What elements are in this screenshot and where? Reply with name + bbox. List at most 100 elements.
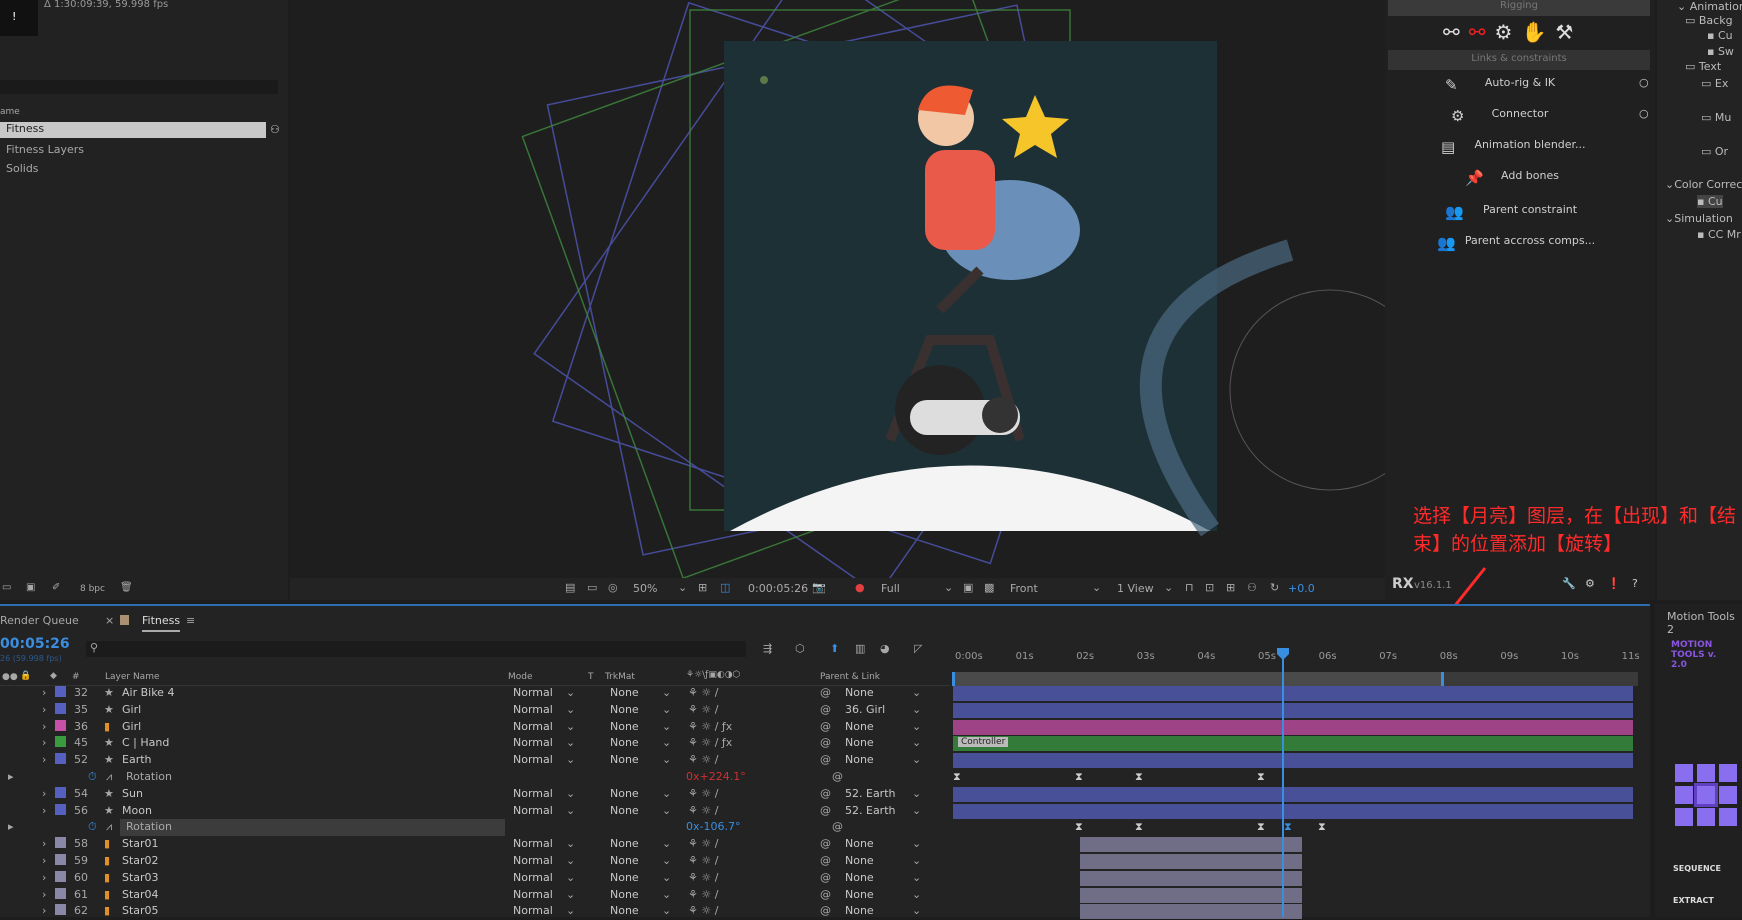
pickwhip-icon[interactable]: @ [820,720,831,733]
parent-select[interactable]: None [845,720,874,733]
tools-icon[interactable]: ⚒ [1555,20,1582,44]
chevron-down-icon[interactable]: ⌄ [566,736,575,749]
chevron-right-icon[interactable]: › [42,804,46,817]
hand-icon[interactable]: ✋ [1521,20,1555,44]
keyframe[interactable]: ⧗ [1075,770,1083,784]
project-item-fitness[interactable]: Fitness [0,122,266,138]
graph-editor-icon[interactable]: ◸ [914,642,922,655]
keyframe[interactable]: ⧗ [953,770,961,784]
property-value[interactable]: 0x-106.7° [686,820,740,833]
motion-blur-icon[interactable]: ◕ [880,642,890,655]
chevron-down-icon[interactable]: ⌄ [912,871,921,884]
mode-select[interactable]: Normal [513,888,553,901]
mode-select[interactable]: Normal [513,804,553,817]
chevron-down-icon[interactable]: ⌄ [566,703,575,716]
chevron-down-icon[interactable]: ⌄ [912,888,921,901]
mode-select[interactable]: Normal [513,736,553,749]
label-color[interactable] [55,702,66,714]
layer-duration-bar[interactable] [1080,870,1302,886]
connector-button[interactable]: ⚙ Connector ○ [1387,107,1653,135]
chevron-down-icon[interactable]: ⌄ [912,854,921,867]
chevron-down-icon[interactable]: ⌄ [678,581,687,594]
view-layout-select[interactable]: 1 View [1117,582,1154,595]
chevron-down-icon[interactable]: ⌄ [662,904,671,917]
pickwhip-icon[interactable]: @ [832,770,843,783]
close-icon[interactable]: × [105,614,114,627]
3d-icon[interactable]: ⊞ [1226,581,1235,594]
trash-icon[interactable]: 🗑 [120,582,133,593]
layer-name[interactable]: Star02 [122,854,159,867]
parent-select[interactable]: None [845,686,874,699]
keyframe[interactable]: ⧗ [1257,770,1265,784]
switches[interactable]: ⚘ ☼ / [688,753,718,766]
layer-row[interactable]: › 52 ★ Earth Normal ⌄ None ⌄ ⚘ ☼ / @ None ⌄ [0,752,1650,769]
trkmat-select[interactable]: None [610,871,639,884]
composition-viewer[interactable]: ▤ ▭ ◎ 50% ⌄ ⊞ ◫ 0:00:05:26 📷 ● Full ⌄ ▣ … [290,0,1385,600]
tree-item[interactable]: ▪ Cu [1707,29,1733,42]
mode-select[interactable]: Normal [513,753,553,766]
flowchart-icon[interactable]: ⚇ [270,123,280,136]
parent-select[interactable]: None [845,736,874,749]
chevron-down-icon[interactable]: ⌄ [662,686,671,699]
layer-name-header[interactable]: Layer Name [105,672,160,682]
pickwhip-icon[interactable]: @ [820,904,831,917]
trkmat-select[interactable]: None [610,703,639,716]
mode-select[interactable]: Normal [513,904,553,917]
layer-duration-bar[interactable] [1080,887,1302,903]
mode-select[interactable]: Normal [513,720,553,733]
parent-select[interactable]: None [845,753,874,766]
pickwhip-icon[interactable]: @ [820,753,831,766]
preview-icon[interactable]: ▤ [565,581,575,594]
switches[interactable]: ⚘ ☼ / [688,904,718,917]
chevron-down-icon[interactable]: ⌄ [912,720,921,733]
label-color[interactable] [55,786,66,798]
settings-icon[interactable]: ⚙ [1585,577,1595,590]
keyframe[interactable]: ⧗ [1257,820,1265,834]
chevron-right-icon[interactable]: › [42,686,46,699]
layer-search-input[interactable]: ⚲ [86,641,746,657]
chevron-down-icon[interactable]: ⌄ [912,753,921,766]
mode-select[interactable]: Normal [513,854,553,867]
pickwhip-icon[interactable]: @ [820,888,831,901]
switches[interactable]: ⚘ ☼ / [688,888,718,901]
label-color[interactable] [55,887,66,899]
property-row[interactable]: ▸ ⏱ ⩘ Rotation 0x-106.7° @ ⧗ ⧗ ⧗ ⧗ ⧗ [0,819,1650,837]
bit-depth[interactable]: 8 bpc [80,584,105,594]
trkmat-select[interactable]: None [610,787,639,800]
expand-icon[interactable]: ▸ [8,820,14,833]
switches[interactable]: ⚘ ☼ / [688,871,718,884]
layer-duration-bar[interactable] [953,686,1633,701]
chevron-down-icon[interactable]: ⌄ [566,888,575,901]
parent-select[interactable]: None [845,837,874,850]
layer-name[interactable]: Earth [122,753,152,766]
parent-select[interactable]: None [845,888,874,901]
parent-select[interactable]: None [845,854,874,867]
chevron-down-icon[interactable]: ⌄ [662,804,671,817]
tree-item[interactable]: ▭ Text [1685,60,1721,73]
chevron-right-icon[interactable]: › [42,720,46,733]
tree-item[interactable]: ⌄Color Correcti [1665,178,1742,191]
label-color[interactable] [55,803,66,815]
frame-blending-icon[interactable]: ▥ [855,642,865,655]
layer-duration-bar[interactable] [1080,854,1302,869]
monitor-icon[interactable]: ▭ [587,581,597,594]
label-color[interactable] [55,904,66,916]
chevron-down-icon[interactable]: ⌄ [566,686,575,699]
chevron-down-icon[interactable]: ⌄ [912,686,921,699]
parent-select[interactable]: None [845,871,874,884]
tree-item[interactable]: ▭ Ex [1701,77,1728,90]
chevron-down-icon[interactable]: ⌄ [912,837,921,850]
pickwhip-icon[interactable]: @ [820,804,831,817]
layer-name[interactable]: Star05 [122,904,159,917]
draft-3d-icon[interactable]: ⬡ [795,642,805,655]
layer-row[interactable]: › 32 ★ Air Bike 4 Normal ⌄ None ⌄ ⚘ ☼ / @ … [0,685,1650,702]
mode-select[interactable]: Normal [513,871,553,884]
trkmat-select[interactable]: None [610,904,639,917]
stopwatch-icon[interactable]: ⏱ [88,770,97,784]
tab-render-queue[interactable]: Render Queue [0,614,79,627]
chevron-right-icon[interactable]: › [42,787,46,800]
grid-icon[interactable]: ⊞ [698,581,707,594]
composition-flowchart-icon[interactable]: ⇶ [763,642,772,655]
work-area-bar[interactable] [952,672,1638,686]
trkmat-select[interactable]: None [610,837,639,850]
